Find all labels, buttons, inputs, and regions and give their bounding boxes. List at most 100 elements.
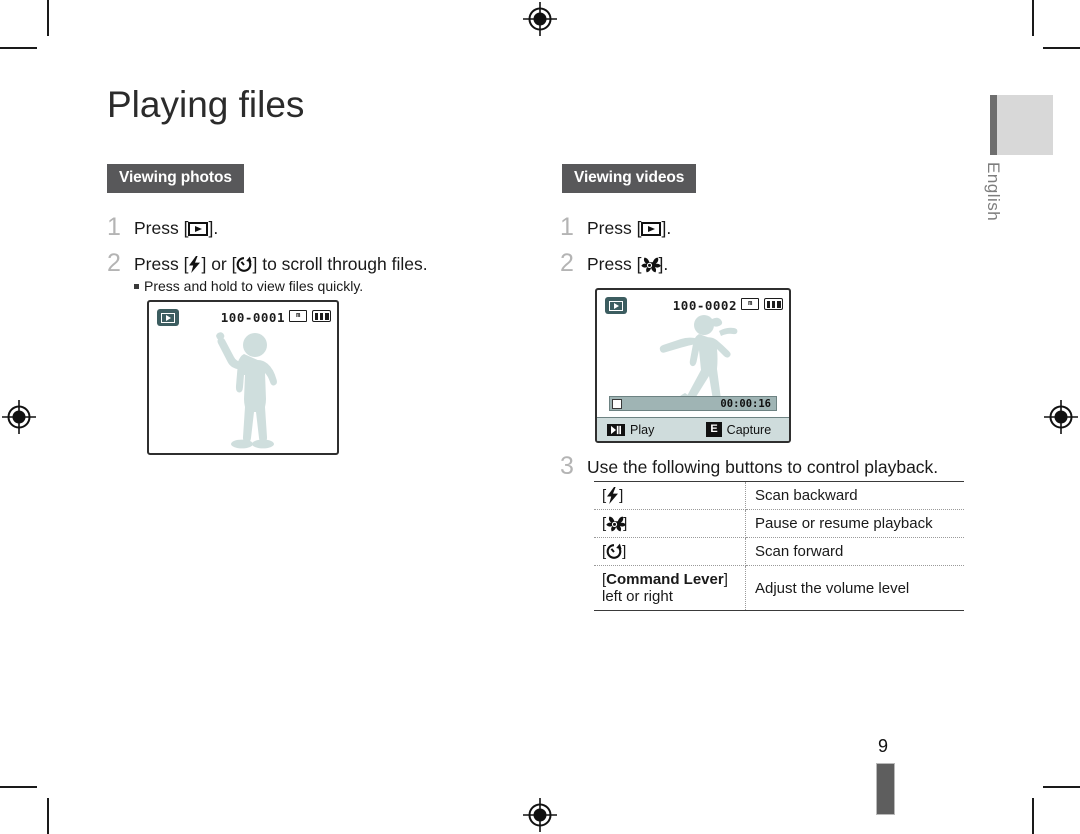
photo-lcd-preview: 100-0001 m — [147, 300, 339, 455]
section-heading-viewing-videos: Viewing videos — [562, 164, 697, 193]
table-row: [] Pause or resume playback — [594, 509, 964, 538]
playback-icon — [188, 222, 209, 236]
registration-mark-top — [523, 2, 557, 36]
progress-knob[interactable] — [612, 398, 622, 409]
crop-mark-top-left-vertical — [47, 0, 49, 36]
battery-full-icon — [312, 310, 331, 322]
crop-mark-top-left-horizontal — [0, 47, 37, 49]
page-title: Playing files — [107, 84, 305, 125]
manual-page: Playing files Viewing photos 1 Press [].… — [0, 0, 1080, 834]
video-lcd-preview: 100-0002 m 00:00:16 Play E Capture — [595, 288, 791, 443]
key-label: Command Lever — [606, 571, 724, 588]
step-text: Press []. — [587, 215, 671, 239]
playback-mode-icon — [157, 309, 179, 326]
memory-card-icon: m — [289, 310, 307, 322]
left-step-2: 2 Press [ ] or [ ] to scroll through files… — [107, 249, 428, 295]
play-pause-icon — [607, 423, 625, 436]
video-hint-capture: E Capture — [706, 422, 772, 437]
step-text-after: ]. — [658, 254, 669, 274]
step-number: 2 — [107, 249, 121, 277]
language-tab-bar — [990, 95, 997, 155]
crop-mark-bottom-left-horizontal — [0, 786, 37, 788]
step-text: Press []. — [134, 215, 218, 239]
video-progress-bar[interactable]: 00:00:16 — [609, 396, 777, 411]
playback-mode-icon — [605, 297, 627, 314]
video-hint-play-label: Play — [630, 422, 655, 437]
step-number: 1 — [560, 213, 574, 241]
language-tab-block — [990, 95, 1053, 155]
step-number: 3 — [560, 452, 574, 480]
crop-mark-top-right-horizontal — [1043, 47, 1080, 49]
table-cell-key: [] — [594, 481, 746, 510]
language-label: English — [984, 162, 1003, 222]
right-step-2: 2 Press []. — [560, 251, 668, 276]
step-text-after: ]. — [208, 218, 219, 238]
table-cell-action: Scan forward — [745, 537, 964, 566]
step-text-after: ] to scroll through files. — [252, 254, 428, 274]
battery-full-icon — [764, 298, 783, 310]
step-text-before: Press [ — [587, 254, 642, 274]
bullet-icon — [134, 284, 139, 289]
macro-icon — [606, 516, 627, 532]
right-step-1: 1 Press []. — [560, 215, 671, 240]
table-row: [] Scan forward — [594, 537, 964, 566]
playback-mode-frame — [609, 300, 623, 311]
video-hint-play: Play — [607, 423, 654, 437]
table-cell-key: [Command Lever] left or right — [594, 565, 746, 611]
crop-mark-top-right-vertical — [1032, 0, 1034, 36]
substep-text: Press and hold to view files quickly. — [144, 278, 364, 294]
video-elapsed-time: 00:00:16 — [720, 397, 771, 410]
step-text-before: Press [ — [587, 218, 642, 238]
left-step-1: 1 Press []. — [107, 215, 218, 240]
step-text: Press [ ] or [ ] to scroll through files. — [134, 251, 428, 275]
right-step-3: 3 Use the following buttons to control p… — [560, 454, 938, 479]
e-button-icon: E — [706, 422, 722, 437]
step-text-after: ]. — [661, 218, 672, 238]
playback-icon — [641, 222, 662, 236]
step-number: 2 — [560, 249, 574, 277]
registration-mark-right — [1044, 400, 1078, 434]
video-button-hint-bar: Play E Capture — [597, 417, 789, 441]
page-number-mark — [876, 763, 895, 815]
key-bracket-close: ] — [619, 487, 624, 504]
flash-icon — [607, 487, 619, 504]
key-bracket-close: ] — [622, 543, 627, 560]
table-cell-action: Adjust the volume level — [745, 565, 964, 611]
registration-mark-bottom — [523, 798, 557, 832]
table-cell-action: Pause or resume playback — [745, 509, 964, 538]
playback-mode-triangle — [166, 314, 171, 321]
playback-mode-frame — [161, 312, 175, 323]
photo-file-number: 100-0001 — [220, 310, 285, 325]
step-number: 1 — [107, 213, 121, 241]
step-text-before: Press [ — [134, 218, 189, 238]
step-text: Use the following buttons to control pla… — [587, 457, 939, 477]
step-text-before: Press [ — [134, 254, 189, 274]
crop-mark-bottom-right-vertical — [1032, 798, 1034, 834]
table-row: [Command Lever] left or right Adjust the… — [594, 565, 964, 611]
step-text-middle: ] or [ — [201, 254, 237, 274]
timer-icon — [237, 256, 253, 272]
table-cell-key: [] — [594, 509, 746, 538]
table-row: [] Scan backward — [594, 481, 964, 510]
step-substep: Press and hold to view files quickly. — [134, 278, 428, 294]
play-pause-glyph — [611, 425, 621, 434]
timer-icon — [606, 543, 622, 559]
key-line-2: left or right — [602, 588, 673, 605]
page-number: 9 — [878, 736, 889, 756]
key-line-1: [Command Lever] — [602, 571, 745, 588]
key-bracket-close: ] — [723, 571, 728, 588]
registration-mark-left — [2, 400, 36, 434]
person-silhouette — [216, 332, 277, 449]
flash-icon — [189, 256, 201, 273]
macro-icon — [641, 257, 662, 273]
video-hint-capture-label: Capture — [726, 422, 772, 437]
table-cell-action: Scan backward — [745, 481, 964, 510]
crop-mark-bottom-left-vertical — [47, 798, 49, 834]
dancer-silhouette — [659, 315, 764, 410]
playback-control-table: [] Scan backward [] Pause or resume play… — [594, 481, 964, 611]
step-text: Press []. — [587, 251, 668, 275]
section-heading-viewing-photos: Viewing photos — [107, 164, 244, 193]
memory-card-icon: m — [741, 298, 759, 310]
table-cell-key: [] — [594, 537, 746, 566]
playback-mode-triangle — [614, 302, 619, 309]
